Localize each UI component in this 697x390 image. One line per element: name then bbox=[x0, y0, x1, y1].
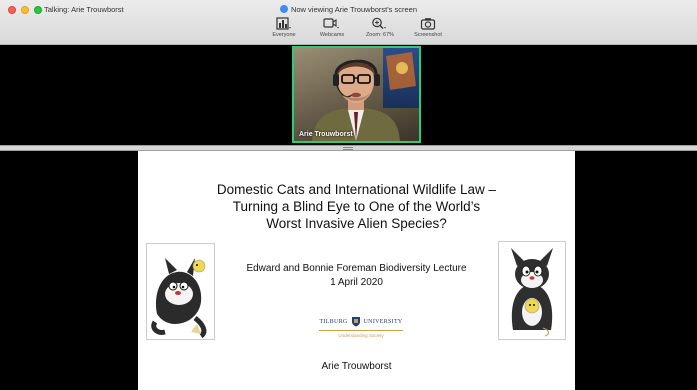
zoom-button[interactable]: Zoom: 67% bbox=[360, 16, 400, 38]
screenshot-button[interactable]: Screenshot bbox=[408, 16, 448, 38]
participant-video-tile[interactable]: Arie Trouwborst bbox=[292, 46, 421, 143]
university-crest-icon bbox=[351, 317, 360, 327]
cat-cartoon-image-left bbox=[146, 243, 215, 340]
screen-share-icon bbox=[279, 5, 288, 13]
slide-title: Domestic Cats and International Wildlife… bbox=[138, 181, 575, 232]
tilburg-university-logo: TILBURG UNIVERSITY Understanding Society bbox=[311, 309, 411, 339]
cat-cartoon-illustration bbox=[151, 258, 207, 339]
presenter-name: Arie Trouwborst bbox=[321, 361, 392, 372]
screen-share-status: Now viewing Arie Trouwborst's screen bbox=[0, 5, 697, 14]
window-toolbar: Talking: Arie Trouwborst Now viewing Ari… bbox=[0, 0, 697, 45]
screen-share-status-text: Now viewing Arie Trouwborst's screen bbox=[290, 5, 418, 14]
cat-cartoon-illustration bbox=[511, 248, 553, 337]
view-toolbar: Everyone Webcams Zoom: 67% Screenshot bbox=[264, 16, 448, 38]
gallery-view-icon bbox=[276, 16, 291, 30]
logo-tagline: Understanding Society bbox=[338, 333, 384, 338]
screenshot-label: Screenshot bbox=[414, 32, 442, 38]
slide-title-line: Turning a Blind Eye to One of the World’… bbox=[232, 199, 481, 214]
slide-title-line: Domestic Cats and International Wildlife… bbox=[216, 182, 497, 197]
participant-name: Arie Trouwborst bbox=[299, 131, 353, 138]
logo-rule bbox=[319, 330, 403, 331]
cat-cartoon-image-right bbox=[498, 241, 566, 340]
webcams-button[interactable]: Webcams bbox=[312, 16, 352, 38]
zoom-icon bbox=[372, 17, 386, 29]
everyone-view-button[interactable]: Everyone bbox=[264, 16, 304, 38]
screenshot-icon bbox=[420, 17, 436, 30]
logo-word-left: TILBURG bbox=[319, 318, 348, 325]
zoom-label: Zoom: 67% bbox=[365, 32, 395, 38]
presentation-slide: Domestic Cats and International Wildlife… bbox=[138, 151, 575, 390]
shared-screen-area: Domestic Cats and International Wildlife… bbox=[0, 151, 697, 390]
slide-title-line: Worst Invasive Alien Species? bbox=[266, 216, 447, 231]
webcams-label: Webcams bbox=[319, 32, 345, 38]
participant-video-image bbox=[312, 52, 416, 141]
logo-word-right: UNIVERSITY bbox=[363, 318, 403, 325]
video-strip: Arie Trouwborst bbox=[0, 45, 697, 145]
camera-icon bbox=[323, 17, 339, 28]
everyone-label: Everyone bbox=[272, 32, 296, 38]
resize-grip-icon[interactable] bbox=[343, 147, 353, 150]
